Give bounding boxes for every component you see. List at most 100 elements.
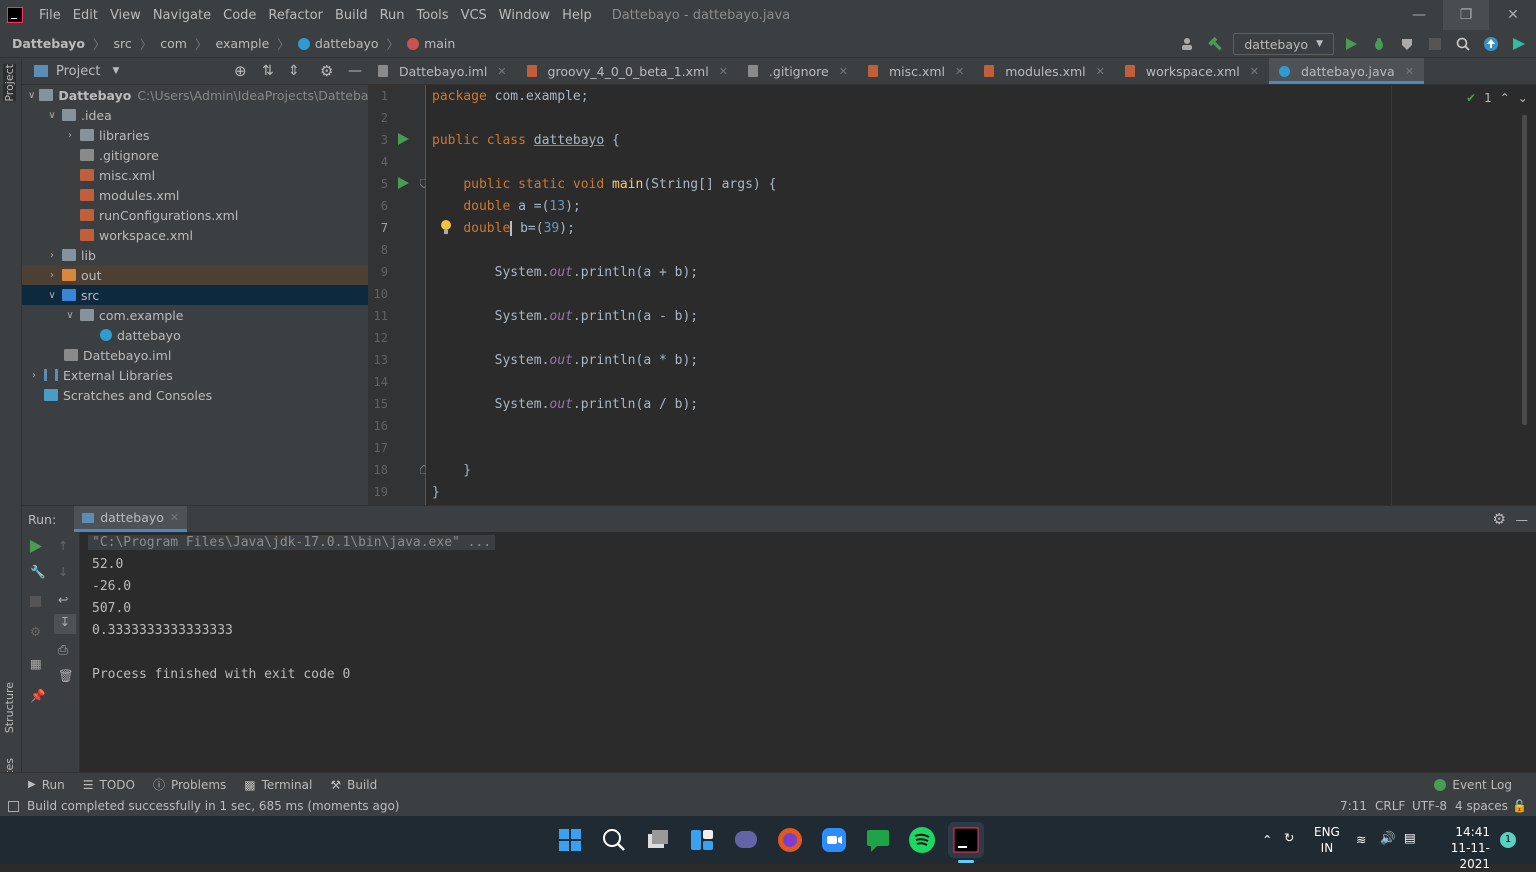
tree-item-libraries[interactable]: › libraries bbox=[22, 125, 368, 145]
build-hammer-icon[interactable] bbox=[1205, 33, 1227, 55]
tab-gitignore[interactable]: .gitignore ✕ bbox=[738, 58, 858, 84]
run-tool-button[interactable]: ▶ Run bbox=[28, 778, 65, 792]
run-gutter-icon[interactable] bbox=[398, 177, 409, 189]
tree-item-lib[interactable]: › lib bbox=[22, 245, 368, 265]
menu-vcs[interactable]: VCS bbox=[455, 8, 493, 23]
stop-button[interactable] bbox=[1424, 33, 1446, 55]
tab-modules-xml[interactable]: modules.xml ✕ bbox=[974, 58, 1115, 84]
menu-tools[interactable]: Tools bbox=[411, 8, 455, 23]
soft-wrap-icon[interactable]: ↩ bbox=[58, 592, 68, 607]
menu-help[interactable]: Help bbox=[556, 8, 598, 23]
menu-navigate[interactable]: Navigate bbox=[147, 8, 217, 23]
close-icon[interactable]: ✕ bbox=[1250, 65, 1259, 78]
battery-icon[interactable]: ▤ bbox=[1404, 830, 1416, 845]
coverage-button[interactable] bbox=[1396, 33, 1418, 55]
project-tool-button[interactable]: Project bbox=[3, 64, 16, 102]
close-icon[interactable]: ✕ bbox=[719, 65, 728, 78]
plugin-icon[interactable] bbox=[1508, 33, 1530, 55]
menu-run[interactable]: Run bbox=[374, 8, 411, 23]
scroll-to-end-icon[interactable]: ↧ bbox=[54, 614, 76, 634]
tab-dattebayo-java[interactable]: dattebayo.java ✕ bbox=[1269, 58, 1424, 84]
locate-icon[interactable]: ⊕ bbox=[234, 62, 247, 80]
trash-icon[interactable]: 🗑 bbox=[58, 668, 74, 684]
collapse-all-icon[interactable]: ⇕ bbox=[288, 63, 300, 79]
menu-view[interactable]: View bbox=[104, 8, 147, 23]
task-view-icon[interactable] bbox=[644, 826, 672, 854]
tab-dattebayo-iml[interactable]: Dattebayo.iml ✕ bbox=[368, 58, 517, 84]
menu-refactor[interactable]: Refactor bbox=[262, 8, 329, 23]
console-output[interactable]: "C:\Program Files\Java\jdk-17.0.1\bin\ja… bbox=[80, 532, 1536, 772]
inspection-widget[interactable]: ✔ 1 ⌃ ⌄ bbox=[1466, 91, 1528, 105]
pin-icon[interactable]: 📌 bbox=[30, 688, 46, 704]
run-gutter-icon[interactable] bbox=[398, 133, 409, 145]
line-separator[interactable]: CRLF bbox=[1375, 799, 1405, 813]
menu-build[interactable]: Build bbox=[329, 8, 374, 23]
stop-button[interactable] bbox=[30, 596, 41, 607]
chat-app-icon[interactable] bbox=[864, 826, 892, 854]
editor-scrollbar[interactable] bbox=[1522, 115, 1527, 425]
hide-icon[interactable]: — bbox=[1516, 512, 1529, 527]
wifi-icon[interactable]: ≋ bbox=[1356, 832, 1366, 847]
chevron-right-icon[interactable]: › bbox=[28, 370, 40, 381]
close-icon[interactable]: ✕ bbox=[1405, 65, 1414, 78]
windows-start-icon[interactable] bbox=[556, 826, 584, 854]
chevron-down-icon[interactable]: ∨ bbox=[46, 290, 58, 301]
search-icon[interactable] bbox=[600, 826, 628, 854]
tree-item-src[interactable]: ∨ src bbox=[22, 285, 368, 305]
menu-file[interactable]: File bbox=[33, 8, 67, 23]
tab-workspace-xml[interactable]: workspace.xml ✕ bbox=[1115, 58, 1269, 84]
close-icon[interactable]: ✕ bbox=[497, 65, 506, 78]
rerun-button[interactable] bbox=[30, 540, 42, 553]
chevron-down-icon[interactable]: ∨ bbox=[28, 90, 35, 101]
terminal-tool-button[interactable]: ▩ Terminal bbox=[244, 778, 312, 792]
debug-button[interactable] bbox=[1368, 33, 1390, 55]
tree-item-modules-xml[interactable]: modules.xml bbox=[22, 185, 368, 205]
minimize-button[interactable]: — bbox=[1396, 0, 1442, 30]
file-encoding[interactable]: UTF-8 bbox=[1412, 799, 1447, 813]
close-window-button[interactable]: ✕ bbox=[1490, 0, 1536, 30]
expand-all-icon[interactable]: ⇅ bbox=[262, 63, 274, 79]
menu-code[interactable]: Code bbox=[217, 8, 262, 23]
tab-misc-xml[interactable]: misc.xml ✕ bbox=[858, 58, 974, 84]
volume-icon[interactable]: 🔊 bbox=[1380, 830, 1396, 846]
tree-item-scratches[interactable]: Scratches and Consoles bbox=[22, 385, 368, 405]
project-panel-title[interactable]: Project bbox=[56, 64, 100, 79]
account-icon[interactable] bbox=[1177, 33, 1199, 55]
spotify-icon[interactable] bbox=[908, 826, 936, 854]
chevron-down-icon[interactable]: ∨ bbox=[64, 310, 76, 321]
layout-icon[interactable]: ▦ bbox=[30, 656, 42, 671]
menu-window[interactable]: Window bbox=[493, 8, 556, 23]
structure-tool-button[interactable]: Structure bbox=[3, 682, 16, 733]
firefox-icon[interactable] bbox=[776, 826, 804, 854]
breadcrumb-src[interactable]: src bbox=[114, 36, 132, 51]
language-indicator[interactable]: ENG IN bbox=[1314, 824, 1340, 856]
intellij-taskbar-icon[interactable] bbox=[948, 822, 984, 858]
tree-item-misc-xml[interactable]: misc.xml bbox=[22, 165, 368, 185]
status-toggle-icon[interactable] bbox=[8, 800, 19, 812]
tree-item-dattebayo[interactable]: ∨ Dattebayo C:\Users\Admin\IdeaProjects\Da… bbox=[22, 85, 384, 105]
close-icon[interactable]: ✕ bbox=[955, 65, 964, 78]
menu-edit[interactable]: Edit bbox=[67, 8, 104, 23]
tree-item-external-libraries[interactable]: › External Libraries bbox=[22, 365, 368, 385]
tree-item-com-example[interactable]: ∨ com.example bbox=[22, 305, 368, 325]
close-icon[interactable]: ✕ bbox=[839, 65, 848, 78]
tree-item-runconfigurations-xml[interactable]: runConfigurations.xml bbox=[22, 205, 368, 225]
zoom-icon[interactable] bbox=[820, 826, 848, 854]
gear-icon[interactable]: ⚙ bbox=[1493, 510, 1506, 528]
tree-item-out[interactable]: › out bbox=[22, 265, 368, 285]
close-icon[interactable]: ✕ bbox=[1096, 65, 1105, 78]
problems-tool-button[interactable]: ⓘ Problems bbox=[153, 776, 226, 793]
tab-groovy-xml[interactable]: groovy_4_0_0_beta_1.xml ✕ bbox=[517, 58, 738, 84]
clock[interactable]: 14:41 11-11-2021 bbox=[1432, 824, 1490, 872]
run-button[interactable] bbox=[1340, 33, 1362, 55]
chevron-down-icon[interactable]: ∨ bbox=[46, 110, 58, 121]
event-log-button[interactable]: Event Log bbox=[1434, 778, 1512, 792]
breadcrumb-method[interactable]: main bbox=[407, 36, 455, 51]
restore-button[interactable]: ❐ bbox=[1443, 0, 1489, 30]
up-arrow-icon[interactable]: ↑ bbox=[58, 538, 68, 553]
lock-icon[interactable]: 🔓 bbox=[1512, 799, 1527, 813]
wrench-icon[interactable]: 🔧 bbox=[30, 564, 46, 580]
search-icon[interactable] bbox=[1452, 33, 1474, 55]
breadcrumb-com[interactable]: com bbox=[160, 36, 187, 51]
tree-item-workspace-xml[interactable]: workspace.xml bbox=[22, 225, 368, 245]
